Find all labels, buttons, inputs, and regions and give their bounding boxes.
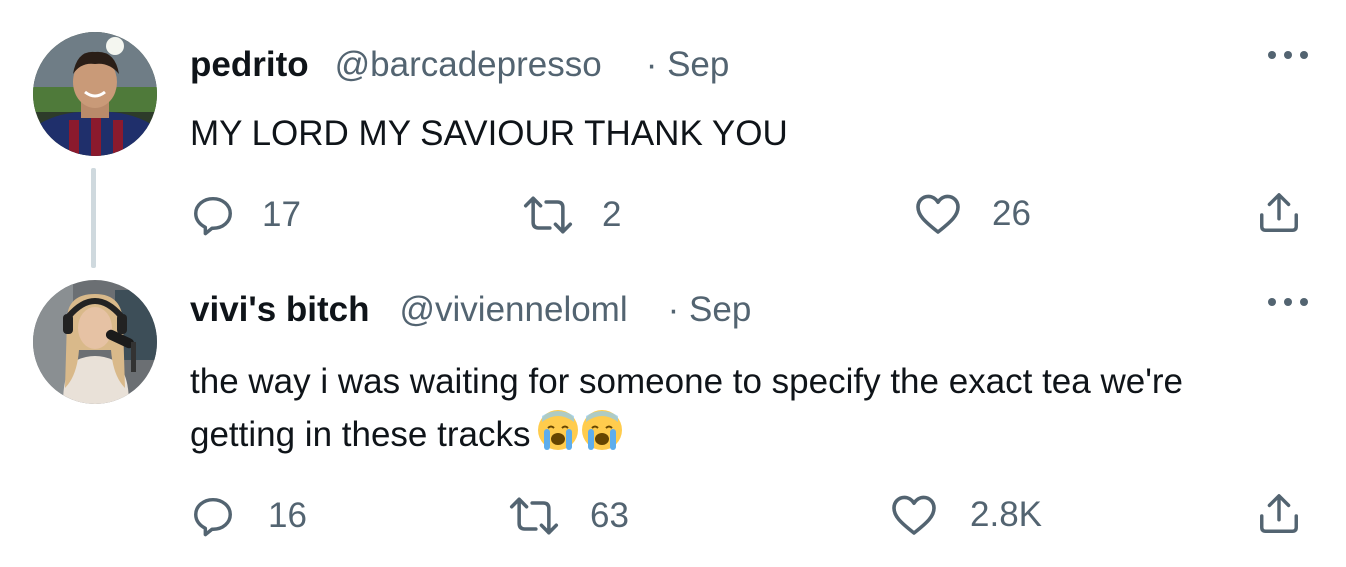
share-icon	[1260, 494, 1298, 533]
tweet-text: MY LORD MY SAVIOUR THANK YOU	[190, 108, 788, 160]
share-button[interactable]	[1256, 491, 1302, 537]
username-handle[interactable]: @barcadepresso	[335, 45, 602, 85]
tweet-header: vivi's bitch @vivienneloml · Sep	[190, 290, 751, 330]
share-button[interactable]	[1256, 190, 1302, 236]
like-button[interactable]: 26	[914, 192, 1031, 236]
avatar[interactable]	[33, 32, 157, 156]
tweet-text: the way i was waiting for someone to spe…	[190, 356, 1183, 467]
reply-count: 16	[268, 496, 307, 535]
tweet-text-line: the way i was waiting for someone to spe…	[190, 362, 1184, 401]
retweet-icon	[523, 196, 573, 234]
tweet-text-line-content: getting in these tracks	[190, 415, 531, 454]
like-icon	[916, 194, 960, 234]
timestamp[interactable]: · Sep	[668, 290, 752, 330]
like-count: 26	[992, 194, 1031, 233]
retweet-button[interactable]: 63	[508, 493, 629, 539]
username-handle[interactable]: @vivienneloml	[400, 290, 628, 330]
retweet-count: 2	[602, 195, 622, 234]
retweet-count: 63	[590, 496, 629, 535]
display-name[interactable]: pedrito	[190, 45, 309, 85]
tweet-header: pedrito @barcadepresso · Sep	[190, 45, 729, 85]
like-count: 2.8K	[970, 495, 1042, 534]
reply-button[interactable]: 17	[190, 192, 301, 238]
more-options-icon[interactable]	[1268, 296, 1308, 308]
tweet[interactable]: pedrito @barcadepresso · Sep MY LORD MY …	[0, 0, 1346, 270]
thread-connector-line	[91, 168, 96, 268]
retweet-button[interactable]: 2	[522, 192, 621, 238]
tweet[interactable]: vivi's bitch @vivienneloml · Sep the way…	[0, 270, 1346, 567]
reply-icon	[194, 196, 232, 236]
like-icon	[892, 495, 936, 535]
display-name[interactable]: vivi's bitch	[190, 290, 370, 330]
more-options-icon[interactable]	[1268, 49, 1308, 61]
like-button[interactable]: 2.8K	[890, 493, 1042, 537]
timestamp[interactable]: · Sep	[646, 45, 730, 85]
share-icon	[1260, 193, 1298, 232]
reply-count: 17	[262, 195, 301, 234]
tweet-text-line: MY LORD MY SAVIOUR THANK YOU	[190, 114, 788, 153]
tweet-text-line: getting in these tracks	[190, 408, 1183, 467]
avatar[interactable]	[33, 280, 157, 404]
reply-button[interactable]: 16	[190, 493, 307, 539]
retweet-icon	[509, 497, 559, 535]
reply-icon	[194, 497, 232, 537]
crying-face-emoji	[536, 408, 624, 467]
